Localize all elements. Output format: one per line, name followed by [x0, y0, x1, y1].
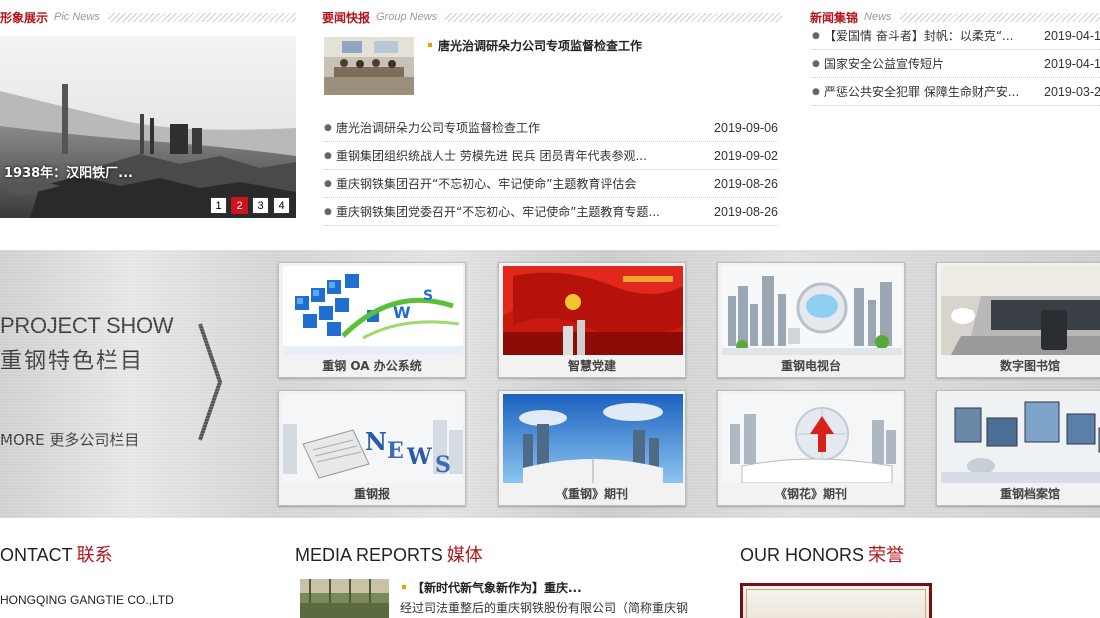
news-paper-image: N E W S [283, 394, 463, 483]
book-city-image [503, 394, 683, 483]
news-title[interactable]: 重钢集团组织统战人士 劳模先进 民兵 团员青年代表参观... [336, 147, 714, 164]
tile-label: 《重钢》期刊 [555, 487, 628, 501]
list-item[interactable]: ● 重钢集团组织统战人士 劳模先进 民兵 团员青年代表参观... 2019-09… [324, 142, 778, 170]
svg-text:W: W [406, 444, 432, 470]
pic-news-slider[interactable]: 1938年：汉阳铁厂... 1 2 3 4 [0, 36, 296, 218]
bullet-square-icon [402, 585, 406, 589]
news-date: 2019-09-06 [714, 120, 778, 135]
tile-tv-station[interactable]: 重钢电视台 [717, 262, 905, 378]
bullet-dot-icon: ● [812, 86, 820, 97]
chevron-right-icon [198, 323, 222, 441]
tile-label: 重钢档案馆 [999, 487, 1060, 501]
project-show-title-en: PROJECT SHOW [0, 313, 174, 338]
news-date: 2019-08-26 [714, 176, 778, 191]
pic-news-header: 形象展示 Pic News [0, 7, 296, 27]
tile-chonggang-journal[interactable]: 《重钢》期刊 [498, 390, 686, 506]
media-report-description: 经过司法重整后的重庆钢铁股份有限公司（简称重庆钢 [400, 601, 689, 615]
bullet-dot-icon: ● [324, 122, 332, 133]
list-item[interactable]: ● 唐光治调研朵力公司专项监督检查工作 2019-09-06 [324, 114, 778, 142]
list-item[interactable]: ● 重庆钢铁集团召开“不忘初心、牢记使命”主题教育评估会 2019-08-26 [324, 170, 778, 198]
laptop-library-image [941, 266, 1100, 355]
news-title[interactable]: 重庆钢铁集团召开“不忘初心、牢记使命”主题教育评估会 [336, 175, 714, 192]
list-item[interactable]: ● 严惩公共安全犯罪 保障生命财产安... 2019-03-2 [812, 78, 1100, 106]
bullet-dot-icon: ● [812, 58, 820, 69]
list-item[interactable]: ● 【爱国情 奋斗者】封帆：以柔克“... 2019-04-1 [812, 22, 1100, 50]
featured-news-title[interactable]: 唐光治调研朵力公司专项监督检查工作 [428, 37, 642, 54]
company-name: HONGQING GANGTIE CO.,LTD [0, 593, 174, 607]
meeting-photo-thumbnail[interactable] [324, 37, 414, 95]
project-show-title-cn: 重钢特色栏目 [0, 349, 145, 374]
news-title[interactable]: 唐光治调研朵力公司专项监督检查工作 [336, 119, 714, 136]
news-date: 2019-04-1 [1044, 56, 1100, 71]
tile-newspaper[interactable]: N E W S 重钢报 [278, 390, 466, 506]
header-divider [899, 12, 1100, 22]
media-report-title[interactable]: 【新时代新气象新作为】重庆... [402, 579, 582, 596]
more-columns-link[interactable]: MORE 更多公司栏目 [0, 429, 139, 450]
svg-text:W: W [393, 303, 411, 322]
tile-digital-library[interactable]: 数字图书馆 [936, 262, 1100, 378]
bullet-dot-icon: ● [324, 150, 332, 161]
list-item[interactable]: ● 重庆钢铁集团党委召开“不忘初心、牢记使命”主题教育专题... 2019-08… [324, 198, 778, 226]
globe-book-image [722, 394, 902, 483]
pic-news-subtitle: Pic News [54, 11, 100, 23]
news-title[interactable]: 【爱国情 奋斗者】封帆：以柔克“... [824, 27, 1044, 44]
tile-archives[interactable]: 重钢档案馆 [936, 390, 1100, 506]
bullet-square-icon [428, 43, 432, 47]
tv-station-image [722, 266, 902, 355]
slide-pager: 1 2 3 4 [210, 197, 290, 214]
honor-certificate-image[interactable] [740, 583, 932, 618]
tile-oa-system[interactable]: W S 重钢 OA 办公系统 [278, 262, 466, 378]
contact-heading: ONTACT 联系 [0, 545, 113, 566]
header-divider [107, 12, 296, 22]
news-title[interactable]: 重庆钢铁集团党委召开“不忘初心、牢记使命”主题教育专题... [336, 203, 714, 220]
bullet-dot-icon: ● [812, 30, 820, 41]
group-news-header: 要闻快报 Group News [322, 7, 782, 27]
tile-smart-party[interactable]: 智慧党建 [498, 262, 686, 378]
header-divider [445, 12, 782, 22]
bullet-dot-icon: ● [324, 178, 332, 189]
page-button-4[interactable]: 4 [273, 197, 290, 214]
tile-label: 重钢 OA 办公系统 [322, 359, 422, 373]
page-button-1[interactable]: 1 [210, 197, 227, 214]
slide-caption[interactable]: 1938年：汉阳铁厂... [4, 162, 133, 181]
project-show-band: PROJECT SHOW 重钢特色栏目 MORE 更多公司栏目 W S 重钢 O… [0, 250, 1100, 518]
pic-news-title: 形象展示 [0, 10, 49, 25]
svg-text:N: N [365, 427, 387, 456]
archive-screens-image [941, 394, 1100, 483]
news-date: 2019-08-26 [714, 204, 778, 219]
news-date: 2019-04-1 [1044, 28, 1100, 43]
news-date: 2019-09-02 [714, 148, 778, 163]
news-title[interactable]: 国家安全公益宣传短片 [824, 55, 1044, 72]
honors-heading: OUR HONORS 荣誉 [740, 545, 905, 566]
group-news-title: 要闻快报 [322, 10, 371, 25]
svg-text:S: S [423, 288, 433, 304]
list-item[interactable]: ● 国家安全公益宣传短片 2019-04-1 [812, 50, 1100, 78]
tile-label: 数字图书馆 [999, 359, 1060, 373]
group-news-list: ● 唐光治调研朵力公司专项监督检查工作 2019-09-06 ● 重钢集团组织统… [324, 114, 778, 226]
bullet-dot-icon: ● [324, 206, 332, 217]
party-flag-image [503, 266, 683, 355]
group-news-subtitle: Group News [376, 11, 438, 23]
page-button-3[interactable]: 3 [252, 197, 269, 214]
tile-label: 重钢电视台 [780, 359, 841, 373]
svg-text:S: S [435, 452, 451, 478]
historic-factory-photo[interactable] [0, 36, 296, 218]
tile-ganghua-journal[interactable]: 《钢花》期刊 [717, 390, 905, 506]
oa-cubes-image: W S [283, 266, 463, 355]
tile-label: 智慧党建 [567, 359, 616, 373]
tile-label: 《钢花》期刊 [774, 487, 847, 501]
news-collection-list: ● 【爱国情 奋斗者】封帆：以柔克“... 2019-04-1 ● 国家安全公益… [812, 22, 1100, 106]
news-date: 2019-03-2 [1044, 84, 1100, 99]
media-report-thumbnail[interactable] [300, 579, 389, 618]
media-reports-heading: MEDIA REPORTS 媒体 [295, 545, 483, 566]
page-button-2[interactable]: 2 [231, 197, 248, 214]
tile-label: 重钢报 [353, 487, 390, 501]
svg-text:E: E [387, 438, 404, 464]
news-title[interactable]: 严惩公共安全犯罪 保障生命财产安... [824, 83, 1044, 100]
